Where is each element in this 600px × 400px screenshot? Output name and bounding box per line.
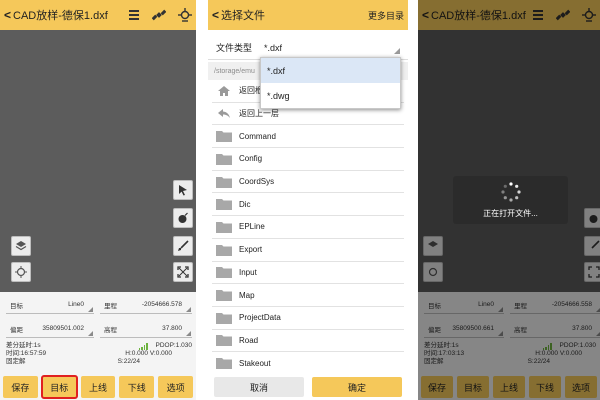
file-list: 返回根目录 返回上一层 Command Config CoordSys Dic … — [212, 80, 404, 375]
list-item-folder[interactable]: ProjectData — [212, 307, 404, 330]
locate-icon[interactable] — [11, 262, 31, 282]
title-bar: < CAD放样-德保1.dxf — [0, 0, 196, 30]
title-bar: < 选择文件 更多目录 — [208, 0, 408, 30]
target-button[interactable]: 目标 — [40, 375, 78, 399]
file-type-dropdown: *.dxf *.dwg — [260, 57, 401, 109]
list-item-folder[interactable]: Map — [212, 284, 404, 307]
folder-icon — [216, 266, 232, 279]
cad-stakeout-screen: < CAD放样-德保1.dxf 目标 Line0 里程 -2054666.578 偏… — [0, 0, 196, 400]
chevron-left-icon: < — [212, 8, 220, 22]
folder-icon — [216, 176, 232, 188]
info-panel: 目标 Line0 里程 -2054666.578 偏距 35809501.002 高程… — [0, 292, 196, 374]
menu-icon[interactable] — [128, 9, 140, 21]
loading-dialog: 正在打开文件... — [453, 176, 568, 224]
map-canvas[interactable] — [0, 30, 196, 292]
line-down-button[interactable]: 下线 — [119, 376, 155, 398]
cancel-button[interactable]: 取消 — [214, 377, 304, 397]
list-item-folder[interactable]: Command — [212, 125, 404, 149]
gnss-status: 差分延时:1s PDOP:1.030 时间:16:57:59 H:0.000 V… — [6, 342, 192, 366]
expand-icon[interactable] — [173, 262, 193, 282]
page-title: 选择文件 — [221, 10, 266, 22]
loading-text: 正在打开文件... — [483, 208, 538, 218]
dropdown-option-dxf[interactable]: *.dxf — [261, 58, 400, 83]
back-button[interactable]: < 选择文件 — [208, 7, 265, 23]
gps-antenna-icon[interactable] — [178, 8, 192, 22]
file-type-value: *.dxf — [264, 42, 283, 53]
spinner-icon — [500, 181, 521, 202]
diff-delay-text: 差分延时:1s — [6, 342, 41, 349]
folder-icon — [216, 244, 232, 256]
file-chooser-screen: < 选择文件 更多目录 文件类型 *.dxf /storage/emu 返回根目… — [208, 0, 408, 400]
bomb-icon[interactable] — [173, 208, 193, 228]
field-target[interactable]: 目标 Line0 — [6, 296, 94, 314]
time-text: 时间:16:57:59 — [6, 350, 47, 357]
list-item-folder[interactable]: Export — [212, 239, 404, 262]
satellite-count-text: S:22/24 — [117, 358, 140, 365]
more-directories-button[interactable]: 更多目录 — [368, 9, 404, 22]
field-mileage[interactable]: 里程 -2054666.578 — [100, 296, 192, 314]
folder-icon — [216, 221, 232, 233]
cad-loading-screen: < CAD放样-德保1.dxf 目标 Line0 里程 -2054666.558 偏… — [418, 0, 600, 400]
field-elevation[interactable]: 高程 37.800 — [100, 320, 192, 338]
brush-icon[interactable] — [173, 236, 193, 256]
list-item-folder[interactable]: Stakeout — [212, 352, 404, 375]
folder-icon — [216, 334, 232, 347]
dropdown-corner-icon — [394, 48, 400, 54]
folder-icon — [216, 198, 232, 211]
solution-text: 固定解 — [6, 358, 26, 365]
folder-icon — [216, 153, 232, 165]
chevron-left-icon: < — [4, 8, 12, 22]
folder-icon — [216, 357, 232, 370]
line-up-button[interactable]: 上线 — [80, 376, 116, 398]
pointer-icon[interactable] — [173, 180, 193, 200]
folder-icon — [216, 289, 232, 302]
list-item-folder[interactable]: Road — [212, 330, 404, 353]
list-item-folder[interactable]: Input — [212, 262, 404, 285]
pdop-text: PDOP:1.030 — [155, 342, 193, 349]
field-offset[interactable]: 偏距 35809501.002 — [6, 320, 94, 338]
folder-icon — [216, 312, 232, 324]
satellite-icon[interactable] — [152, 8, 166, 22]
file-type-label: 文件类型 — [216, 43, 253, 53]
list-item-folder[interactable]: CoordSys — [212, 171, 404, 194]
list-item-folder[interactable]: Config — [212, 148, 404, 171]
home-icon — [216, 85, 232, 97]
options-button[interactable]: 选项 — [158, 376, 193, 398]
dropdown-option-dwg[interactable]: *.dwg — [261, 83, 400, 108]
signal-strength-icon — [138, 342, 148, 350]
dialog-actions: 取消 确定 — [208, 374, 408, 400]
back-arrow-icon — [216, 108, 232, 120]
save-button[interactable]: 保存 — [3, 376, 38, 398]
layers-icon[interactable] — [11, 236, 31, 256]
list-item-folder[interactable]: EPLine — [212, 216, 404, 239]
confirm-button[interactable]: 确定 — [312, 377, 402, 397]
folder-icon — [216, 130, 232, 143]
bottom-toolbar: 保存 目标 上线 下线 选项 — [0, 374, 196, 400]
list-item-folder[interactable]: Dic — [212, 193, 404, 217]
page-title: CAD放样-德保1.dxf — [13, 10, 108, 22]
back-button[interactable]: < CAD放样-德保1.dxf — [0, 7, 108, 23]
hv-text: H:0.000 V:0.000 — [125, 350, 172, 357]
